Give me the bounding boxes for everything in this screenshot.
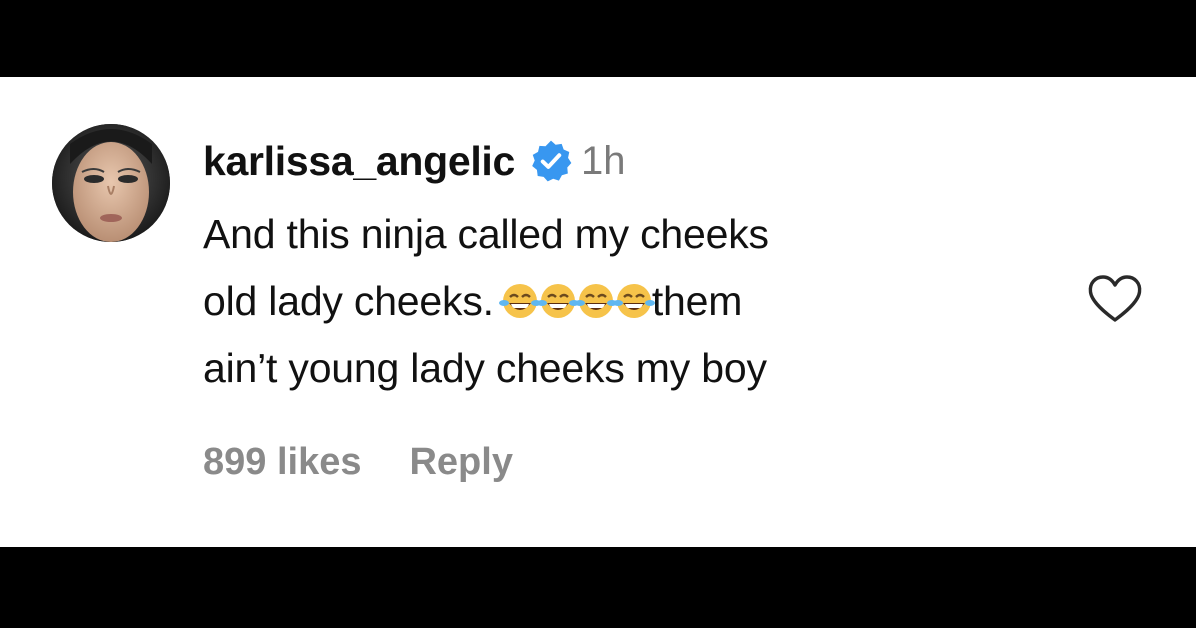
- likes-count[interactable]: 899 likes: [203, 441, 361, 484]
- username-link[interactable]: karlissa_angelic: [203, 138, 515, 185]
- comment-line-text: old lady cheeks.: [203, 278, 494, 324]
- verified-badge-icon: [532, 140, 572, 182]
- comment-actions: 899 likes Reply: [203, 437, 513, 487]
- laughing-crying-emoji-icon: [612, 284, 655, 318]
- comment-header: karlissa_angelic 1h: [203, 135, 626, 187]
- heart-outline-icon[interactable]: [1086, 273, 1144, 325]
- screenshot-frame: karlissa_angelic 1h And this ninja calle…: [0, 0, 1196, 628]
- timestamp: 1h: [581, 138, 626, 183]
- comment-card: karlissa_angelic 1h And this ninja calle…: [0, 77, 1196, 547]
- avatar[interactable]: [52, 124, 170, 242]
- comment-line: old lady cheeks. them: [203, 268, 1023, 335]
- avatar-image: [52, 124, 170, 242]
- comment-line: ain’t young lady cheeks my boy: [203, 345, 767, 391]
- comment-line-text: them: [651, 278, 743, 324]
- comment-text: And this ninja called my cheeks old lady…: [203, 201, 1023, 402]
- reply-button[interactable]: Reply: [409, 441, 512, 484]
- emoji-group: [498, 281, 655, 321]
- comment-line: And this ninja called my cheeks: [203, 211, 769, 257]
